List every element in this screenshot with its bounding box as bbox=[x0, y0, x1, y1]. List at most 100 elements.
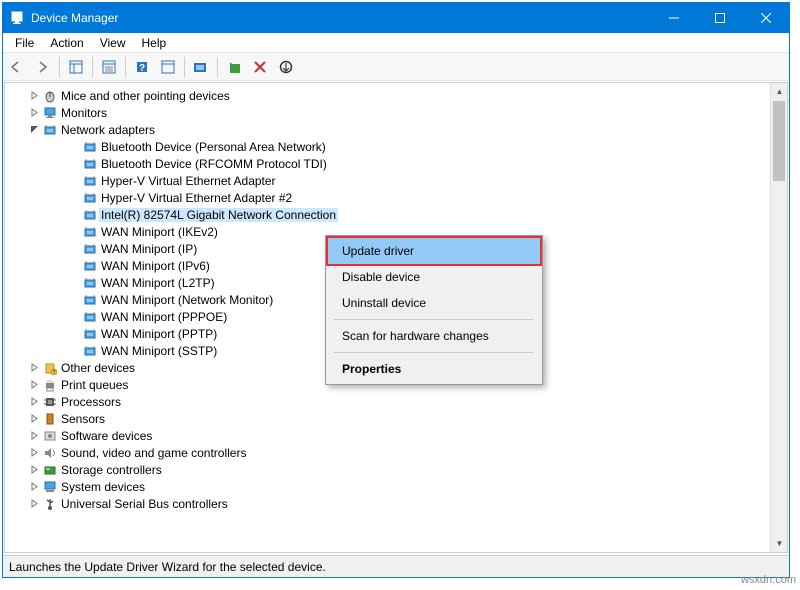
expand-collapse-icon[interactable] bbox=[27, 91, 41, 100]
svg-text:?: ? bbox=[139, 63, 145, 74]
ctx-uninstall-device[interactable]: Uninstall device bbox=[328, 290, 540, 316]
tree-category[interactable]: Universal Serial Bus controllers bbox=[5, 495, 770, 512]
menubar: File Action View Help bbox=[3, 33, 789, 53]
other-icon: ? bbox=[41, 361, 59, 375]
device-label: Hyper-V Virtual Ethernet Adapter bbox=[99, 174, 278, 188]
titlebar[interactable]: Device Manager bbox=[3, 3, 789, 33]
expand-collapse-icon[interactable] bbox=[27, 499, 41, 508]
category-label: Sensors bbox=[59, 412, 107, 426]
separator bbox=[59, 57, 60, 77]
expand-collapse-icon[interactable] bbox=[27, 465, 41, 474]
action-button[interactable] bbox=[156, 55, 180, 79]
ctx-update-driver[interactable]: Update driver bbox=[326, 236, 542, 266]
menu-view[interactable]: View bbox=[92, 34, 134, 52]
device-label: Bluetooth Device (RFCOMM Protocol TDI) bbox=[99, 157, 329, 171]
tree-category[interactable]: Network adapters bbox=[5, 121, 770, 138]
window-title: Device Manager bbox=[31, 11, 651, 25]
device-label: Hyper-V Virtual Ethernet Adapter #2 bbox=[99, 191, 294, 205]
tree-category[interactable]: Storage controllers bbox=[5, 461, 770, 478]
expand-collapse-icon[interactable] bbox=[27, 363, 41, 372]
netadapter-icon bbox=[81, 276, 99, 290]
status-text: Launches the Update Driver Wizard for th… bbox=[9, 560, 326, 574]
netadapter-icon bbox=[81, 208, 99, 222]
device-label: WAN Miniport (IKEv2) bbox=[99, 225, 220, 239]
storage-icon bbox=[41, 463, 59, 477]
tree-device[interactable]: Hyper-V Virtual Ethernet Adapter #2 bbox=[5, 189, 770, 206]
menu-file[interactable]: File bbox=[7, 34, 42, 52]
netadapter-icon bbox=[81, 242, 99, 256]
tree-device[interactable]: Bluetooth Device (Personal Area Network) bbox=[5, 138, 770, 155]
menu-help[interactable]: Help bbox=[134, 34, 175, 52]
expand-collapse-icon[interactable] bbox=[27, 108, 41, 117]
tree-category[interactable]: Sound, video and game controllers bbox=[5, 444, 770, 461]
show-hide-tree-button[interactable] bbox=[64, 55, 88, 79]
category-label: Storage controllers bbox=[59, 463, 164, 477]
tree-category[interactable]: Monitors bbox=[5, 104, 770, 121]
sensor-icon bbox=[41, 412, 59, 426]
cpu-icon bbox=[41, 395, 59, 409]
close-button[interactable] bbox=[743, 3, 789, 33]
expand-collapse-icon[interactable] bbox=[27, 397, 41, 406]
svg-text:?: ? bbox=[53, 370, 56, 375]
statusbar: Launches the Update Driver Wizard for th… bbox=[3, 555, 789, 577]
category-label: Monitors bbox=[59, 106, 109, 120]
maximize-button[interactable] bbox=[697, 3, 743, 33]
app-icon bbox=[3, 11, 31, 25]
expand-collapse-icon[interactable] bbox=[27, 380, 41, 389]
disable-button[interactable] bbox=[274, 55, 298, 79]
tree-category[interactable]: Software devices bbox=[5, 427, 770, 444]
scroll-up-arrow[interactable]: ▲ bbox=[771, 83, 788, 100]
system-icon bbox=[41, 480, 59, 494]
category-label: Software devices bbox=[59, 429, 154, 443]
separator bbox=[334, 352, 534, 353]
expand-collapse-icon[interactable] bbox=[27, 125, 41, 134]
tree-category[interactable]: Mice and other pointing devices bbox=[5, 87, 770, 104]
back-button[interactable] bbox=[5, 55, 29, 79]
expand-collapse-icon[interactable] bbox=[27, 414, 41, 423]
tree-category[interactable]: System devices bbox=[5, 478, 770, 495]
netadapter-icon bbox=[81, 191, 99, 205]
toolbar: ? bbox=[3, 53, 789, 81]
expand-collapse-icon[interactable] bbox=[27, 482, 41, 491]
separator bbox=[184, 57, 185, 77]
menu-action[interactable]: Action bbox=[42, 34, 91, 52]
mouse-icon bbox=[41, 89, 59, 103]
ctx-disable-device[interactable]: Disable device bbox=[328, 264, 540, 290]
minimize-button[interactable] bbox=[651, 3, 697, 33]
tree-device[interactable]: Hyper-V Virtual Ethernet Adapter bbox=[5, 172, 770, 189]
uninstall-button[interactable] bbox=[248, 55, 272, 79]
device-label: WAN Miniport (IPv6) bbox=[99, 259, 212, 273]
expand-collapse-icon[interactable] bbox=[27, 431, 41, 440]
netadapter-icon bbox=[81, 225, 99, 239]
netadapter-icon bbox=[81, 293, 99, 307]
scroll-thumb[interactable] bbox=[773, 101, 785, 181]
scan-button[interactable] bbox=[189, 55, 213, 79]
tree-category[interactable]: Processors bbox=[5, 393, 770, 410]
expand-collapse-icon[interactable] bbox=[27, 448, 41, 457]
netadapter-icon bbox=[81, 157, 99, 171]
category-label: Mice and other pointing devices bbox=[59, 89, 232, 103]
help-button[interactable]: ? bbox=[130, 55, 154, 79]
device-label: Intel(R) 82574L Gigabit Network Connecti… bbox=[99, 208, 338, 222]
vertical-scrollbar[interactable]: ▲ ▼ bbox=[770, 83, 787, 552]
category-label: System devices bbox=[59, 480, 147, 494]
category-label: Network adapters bbox=[59, 123, 157, 137]
forward-button[interactable] bbox=[31, 55, 55, 79]
ctx-properties[interactable]: Properties bbox=[328, 356, 540, 382]
category-label: Universal Serial Bus controllers bbox=[59, 497, 230, 511]
tree-device[interactable]: Bluetooth Device (RFCOMM Protocol TDI) bbox=[5, 155, 770, 172]
scroll-down-arrow[interactable]: ▼ bbox=[771, 535, 788, 552]
update-driver-button[interactable] bbox=[222, 55, 246, 79]
properties-button[interactable] bbox=[97, 55, 121, 79]
netadapter-icon bbox=[81, 174, 99, 188]
category-label: Other devices bbox=[59, 361, 137, 375]
device-label: WAN Miniport (Network Monitor) bbox=[99, 293, 275, 307]
tree-device[interactable]: Intel(R) 82574L Gigabit Network Connecti… bbox=[5, 206, 770, 223]
ctx-scan-hardware[interactable]: Scan for hardware changes bbox=[328, 323, 540, 349]
netadapter-icon bbox=[81, 259, 99, 273]
category-label: Sound, video and game controllers bbox=[59, 446, 248, 460]
watermark: wsxdn.com bbox=[741, 574, 796, 586]
tree-category[interactable]: Sensors bbox=[5, 410, 770, 427]
usb-icon bbox=[41, 497, 59, 511]
device-label: WAN Miniport (IP) bbox=[99, 242, 199, 256]
